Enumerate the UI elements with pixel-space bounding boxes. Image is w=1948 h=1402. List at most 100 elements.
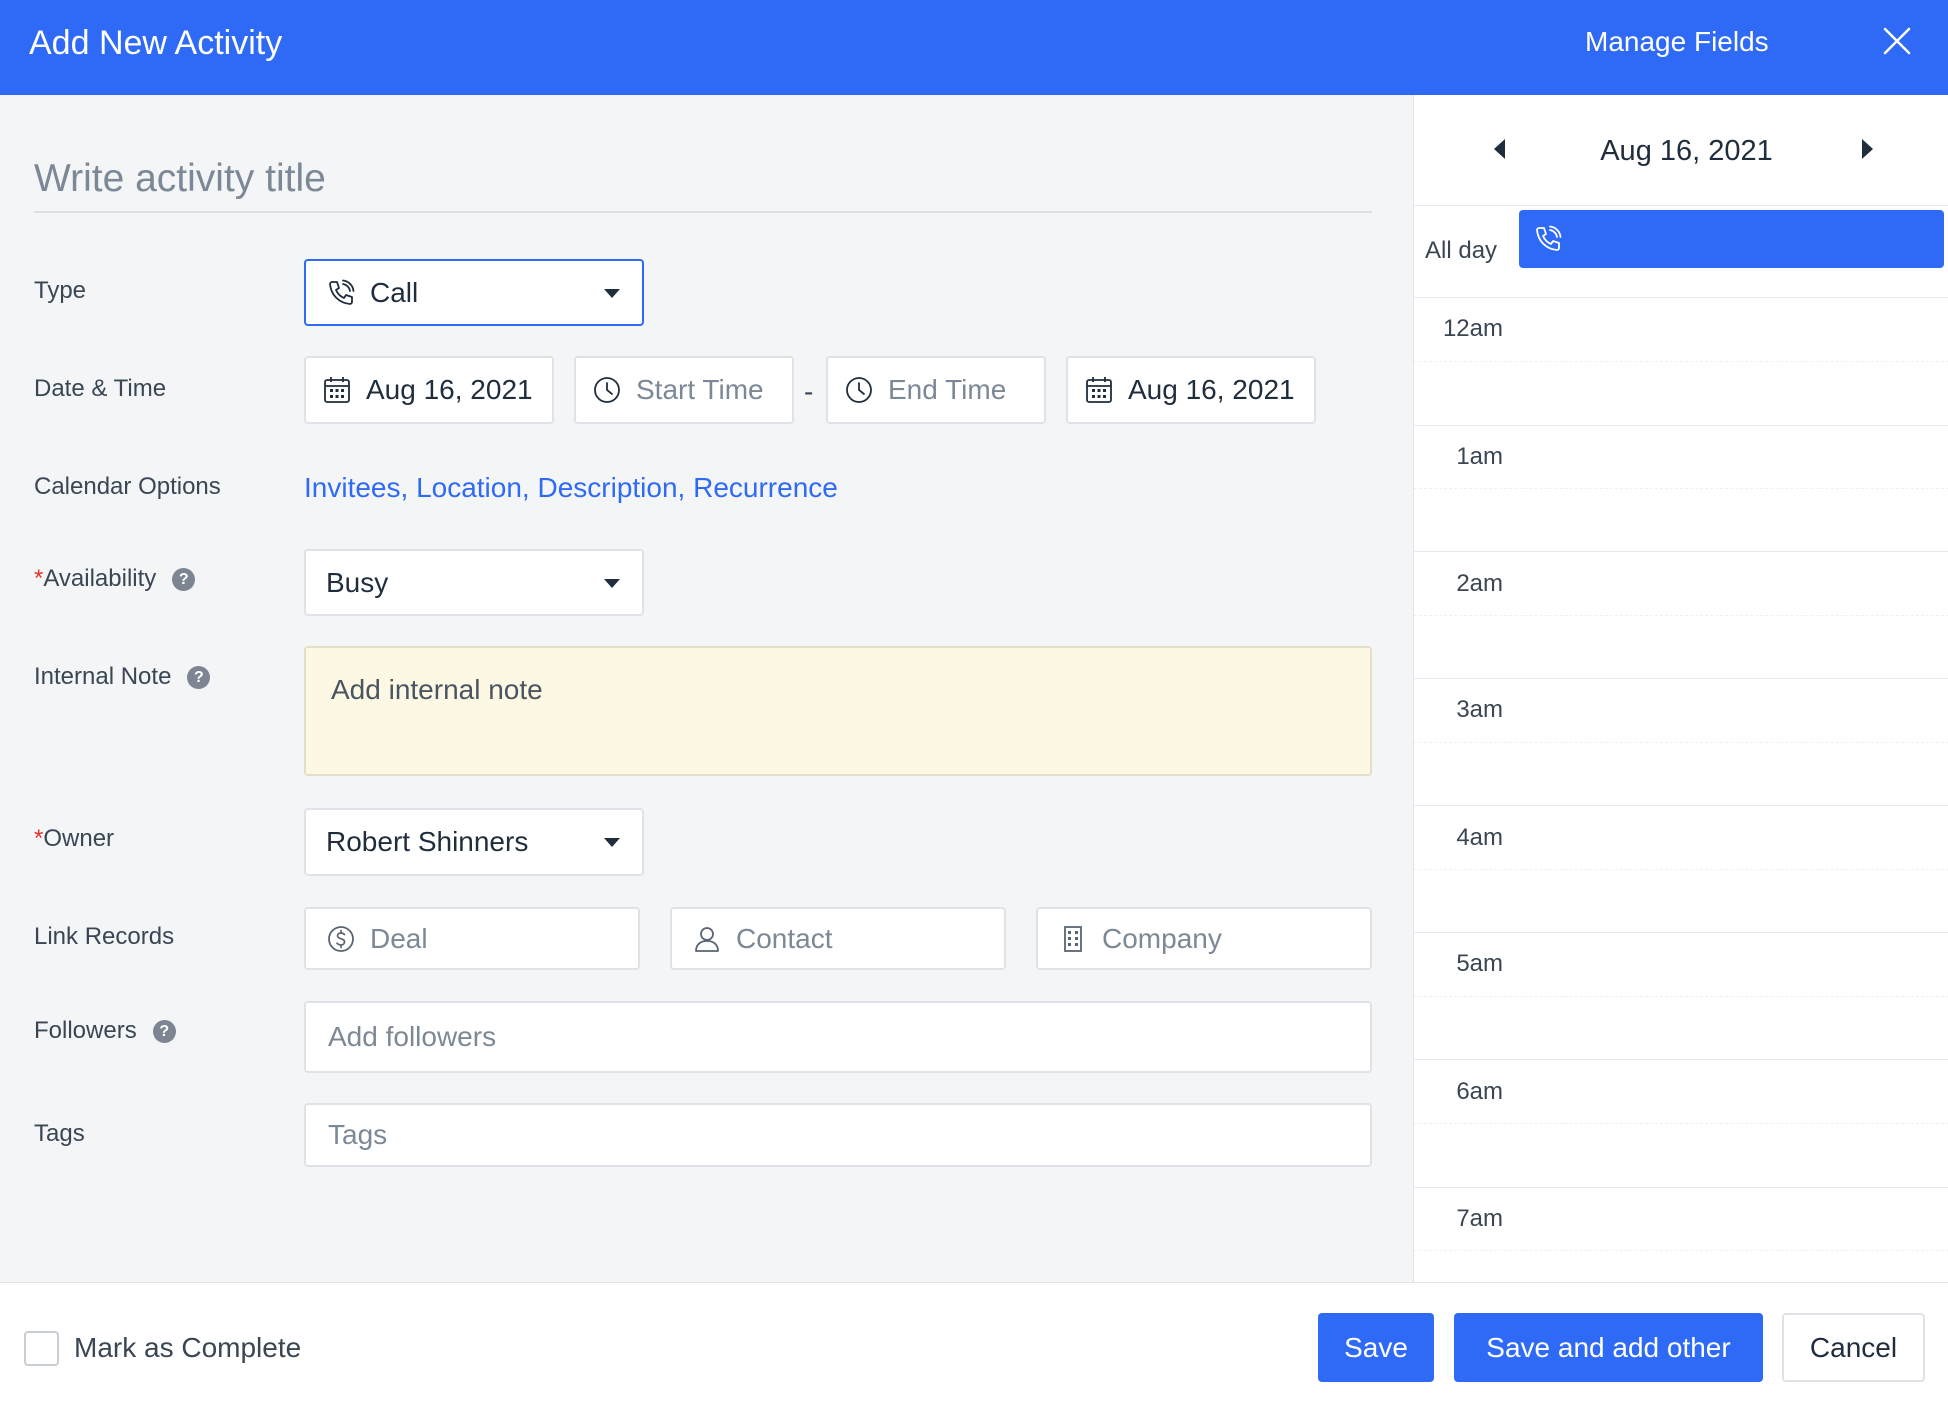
- day-calendar: Aug 16, 2021 All day 12am 1am 2am 3am 4a…: [1413, 95, 1948, 1282]
- invitees-link[interactable]: Invitees,: [304, 472, 408, 503]
- contact-input[interactable]: Contact: [670, 907, 1006, 970]
- modal-footer: Mark as Complete Save Save and add other…: [0, 1282, 1948, 1402]
- close-icon[interactable]: [1880, 24, 1914, 58]
- deal-input[interactable]: Deal: [304, 907, 640, 970]
- start-date-input[interactable]: Aug 16, 2021: [304, 356, 554, 424]
- type-label: Type: [34, 277, 87, 304]
- caret-down-icon: [604, 838, 620, 847]
- end-date-value: Aug 16, 2021: [1128, 374, 1295, 405]
- internal-note-placeholder: Add internal note: [331, 674, 543, 705]
- location-link[interactable]: Location,: [416, 472, 530, 503]
- hour-label: 2am: [1456, 570, 1503, 597]
- mark-complete-checkbox[interactable]: [24, 1331, 59, 1366]
- followers-label: Followers ?: [34, 1017, 176, 1045]
- half-hour-line: [1414, 869, 1948, 870]
- date-time-label: Date & Time: [34, 375, 167, 402]
- help-icon[interactable]: ?: [172, 567, 196, 591]
- hour-line: [1414, 425, 1948, 426]
- end-time-input[interactable]: End Time: [826, 356, 1046, 424]
- hour-label: 12am: [1442, 315, 1503, 342]
- end-date-input[interactable]: Aug 16, 2021: [1066, 356, 1316, 424]
- half-hour-line: [1414, 742, 1948, 743]
- contact-placeholder: Contact: [736, 922, 833, 954]
- hour-line: [1414, 1187, 1948, 1188]
- required-marker: *: [34, 825, 44, 852]
- calendar-options-links: Invitees, Location, Description, Recurre…: [304, 472, 838, 504]
- half-hour-line: [1414, 488, 1948, 489]
- cancel-button[interactable]: Cancel: [1782, 1313, 1925, 1382]
- tags-label: Tags: [34, 1120, 85, 1147]
- hour-line: [1414, 932, 1948, 933]
- hour-line: [1414, 678, 1948, 679]
- availability-label: * Availability ?: [34, 565, 196, 593]
- hour-line: [1414, 805, 1948, 806]
- end-time-placeholder: End Time: [888, 374, 1007, 405]
- internal-note-label: Internal Note ?: [34, 663, 211, 691]
- calendar-icon: [322, 375, 352, 405]
- activity-title-input[interactable]: [34, 147, 1372, 213]
- hour-line: [1414, 551, 1948, 552]
- company-input[interactable]: Company: [1036, 907, 1372, 970]
- all-day-label: All day: [1425, 237, 1498, 264]
- start-time-input[interactable]: Start Time: [574, 356, 794, 424]
- tags-placeholder: Tags: [328, 1119, 388, 1150]
- type-select[interactable]: Call: [304, 259, 644, 326]
- followers-label-text: Followers: [34, 1017, 137, 1044]
- save-and-add-other-button[interactable]: Save and add other: [1454, 1313, 1763, 1382]
- calendar-icon: [1084, 375, 1114, 405]
- modal-header: Add New Activity Manage Fields: [0, 0, 1948, 95]
- start-date-value: Aug 16, 2021: [366, 374, 533, 405]
- recurrence-link[interactable]: Recurrence: [693, 472, 838, 503]
- link-records-label: Link Records: [34, 923, 175, 950]
- half-hour-line: [1414, 1123, 1948, 1124]
- company-placeholder: Company: [1102, 922, 1222, 954]
- start-time-placeholder: Start Time: [636, 374, 764, 405]
- type-value: Call: [370, 276, 419, 308]
- hour-line: [1414, 1059, 1948, 1060]
- internal-note-input[interactable]: Add internal note: [304, 646, 1372, 776]
- divider: [1414, 297, 1948, 298]
- internal-note-label-text: Internal Note: [34, 663, 172, 690]
- description-link[interactable]: Description,: [537, 472, 685, 503]
- help-icon[interactable]: ?: [152, 1019, 176, 1043]
- owner-value: Robert Shinners: [326, 826, 529, 857]
- caret-down-icon: [604, 288, 620, 298]
- owner-label-text: Owner: [43, 825, 115, 852]
- phone-icon: [1536, 225, 1562, 251]
- hour-label: 6am: [1456, 1078, 1503, 1105]
- half-hour-line: [1414, 615, 1948, 616]
- modal-title: Add New Activity: [29, 24, 283, 62]
- save-button[interactable]: Save: [1318, 1313, 1434, 1382]
- deal-placeholder: Deal: [370, 922, 428, 954]
- followers-placeholder: Add followers: [328, 1021, 497, 1052]
- dollar-icon: [326, 924, 356, 954]
- person-icon: [692, 924, 722, 954]
- half-hour-line: [1414, 996, 1948, 997]
- hour-label: 5am: [1456, 950, 1503, 977]
- hour-label: 3am: [1456, 696, 1503, 723]
- manage-fields-link[interactable]: Manage Fields: [1585, 26, 1769, 58]
- half-hour-line: [1414, 1250, 1948, 1251]
- owner-select[interactable]: Robert Shinners: [304, 808, 644, 876]
- half-hour-line: [1414, 361, 1948, 362]
- caret-down-icon: [604, 578, 620, 588]
- required-marker: *: [34, 565, 44, 592]
- building-icon: [1058, 924, 1088, 954]
- activity-form: Type Call Date & Time Aug 16, 2021 Start…: [0, 95, 1413, 1282]
- chevron-right-icon[interactable]: [1862, 139, 1873, 159]
- availability-label-text: Availability: [43, 565, 157, 592]
- followers-input[interactable]: Add followers: [304, 1001, 1372, 1073]
- mark-complete-label[interactable]: Mark as Complete: [74, 1332, 301, 1364]
- all-day-event[interactable]: [1519, 210, 1944, 268]
- tags-input[interactable]: Tags: [304, 1103, 1372, 1167]
- hour-label: 1am: [1456, 443, 1503, 470]
- phone-icon: [326, 278, 356, 308]
- clock-icon: [844, 375, 874, 405]
- availability-value: Busy: [326, 566, 389, 598]
- owner-label: * Owner: [34, 825, 114, 853]
- availability-select[interactable]: Busy: [304, 549, 644, 616]
- clock-icon: [592, 375, 622, 405]
- time-separator: -: [804, 376, 814, 407]
- help-icon[interactable]: ?: [187, 665, 211, 689]
- hour-label: 7am: [1456, 1205, 1503, 1232]
